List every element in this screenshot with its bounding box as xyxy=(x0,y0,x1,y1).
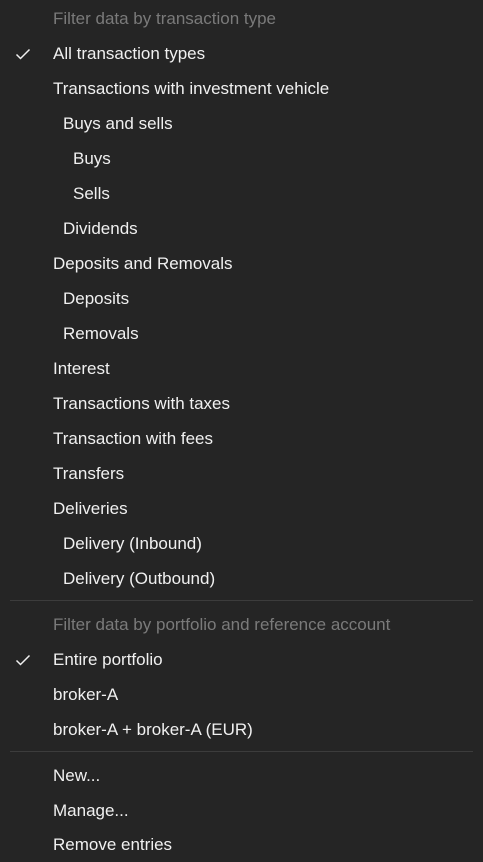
menu-item-buys-and-sells[interactable]: Buys and sells xyxy=(0,106,483,141)
menu-item-label: Transactions with taxes xyxy=(53,394,230,413)
header-label: Filter data by portfolio and reference a… xyxy=(53,615,391,634)
menu-item-new[interactable]: New... xyxy=(0,758,483,793)
menu-item-dividends[interactable]: Dividends xyxy=(0,211,483,246)
menu-item-label: Buys xyxy=(73,149,111,168)
menu-header-transaction-type: Filter data by transaction type xyxy=(0,1,483,36)
menu-item-remove-entries[interactable]: Remove entries xyxy=(0,827,483,862)
menu-item-label: Dividends xyxy=(63,219,138,238)
check-icon xyxy=(15,654,31,666)
menu-item-broker-a-eur[interactable]: broker-A + broker-A (EUR) xyxy=(0,712,483,747)
menu-item-label: Removals xyxy=(63,324,139,343)
header-label: Filter data by transaction type xyxy=(53,9,277,28)
menu-item-transfers[interactable]: Transfers xyxy=(0,456,483,491)
menu-header-portfolio: Filter data by portfolio and reference a… xyxy=(0,607,483,642)
menu-item-label: Delivery (Outbound) xyxy=(63,569,216,588)
check-icon xyxy=(15,48,31,60)
menu-item-label: Transactions with investment vehicle xyxy=(53,79,330,98)
menu-item-buys[interactable]: Buys xyxy=(0,141,483,176)
menu-item-sells[interactable]: Sells xyxy=(0,176,483,211)
menu-separator xyxy=(10,751,473,752)
menu-item-delivery-outbound[interactable]: Delivery (Outbound) xyxy=(0,561,483,596)
menu-separator xyxy=(10,600,473,601)
menu-item-broker-a[interactable]: broker-A xyxy=(0,677,483,712)
menu-item-label: broker-A + broker-A (EUR) xyxy=(53,720,253,739)
menu-item-label: Deposits and Removals xyxy=(53,254,233,273)
menu-item-delivery-inbound[interactable]: Delivery (Inbound) xyxy=(0,526,483,561)
menu-item-removals[interactable]: Removals xyxy=(0,316,483,351)
menu-item-manage[interactable]: Manage... xyxy=(0,793,483,828)
filter-menu: Filter data by transaction type All tran… xyxy=(0,0,483,862)
menu-item-label: New... xyxy=(53,766,101,785)
menu-item-fees[interactable]: Transaction with fees xyxy=(0,421,483,456)
menu-item-investment-vehicle[interactable]: Transactions with investment vehicle xyxy=(0,71,483,106)
menu-item-label: Remove entries xyxy=(53,835,173,854)
menu-item-label: Deliveries xyxy=(53,499,128,518)
menu-item-label: Transfers xyxy=(53,464,125,483)
menu-item-entire-portfolio[interactable]: Entire portfolio xyxy=(0,642,483,677)
menu-item-label: All transaction types xyxy=(53,44,206,63)
menu-item-label: Manage... xyxy=(53,801,129,820)
menu-item-label: Transaction with fees xyxy=(53,429,213,448)
menu-item-label: Sells xyxy=(73,184,110,203)
menu-item-deliveries[interactable]: Deliveries xyxy=(0,491,483,526)
menu-item-deposits-and-removals[interactable]: Deposits and Removals xyxy=(0,246,483,281)
menu-item-taxes[interactable]: Transactions with taxes xyxy=(0,386,483,421)
menu-item-label: broker-A xyxy=(53,685,119,704)
menu-item-interest[interactable]: Interest xyxy=(0,351,483,386)
menu-item-label: Interest xyxy=(53,359,110,378)
menu-item-label: Deposits xyxy=(63,289,130,308)
menu-item-deposits[interactable]: Deposits xyxy=(0,281,483,316)
menu-item-label: Entire portfolio xyxy=(53,650,163,669)
menu-item-all-transaction-types[interactable]: All transaction types xyxy=(0,36,483,71)
menu-item-label: Delivery (Inbound) xyxy=(63,534,202,553)
menu-item-label: Buys and sells xyxy=(63,114,173,133)
